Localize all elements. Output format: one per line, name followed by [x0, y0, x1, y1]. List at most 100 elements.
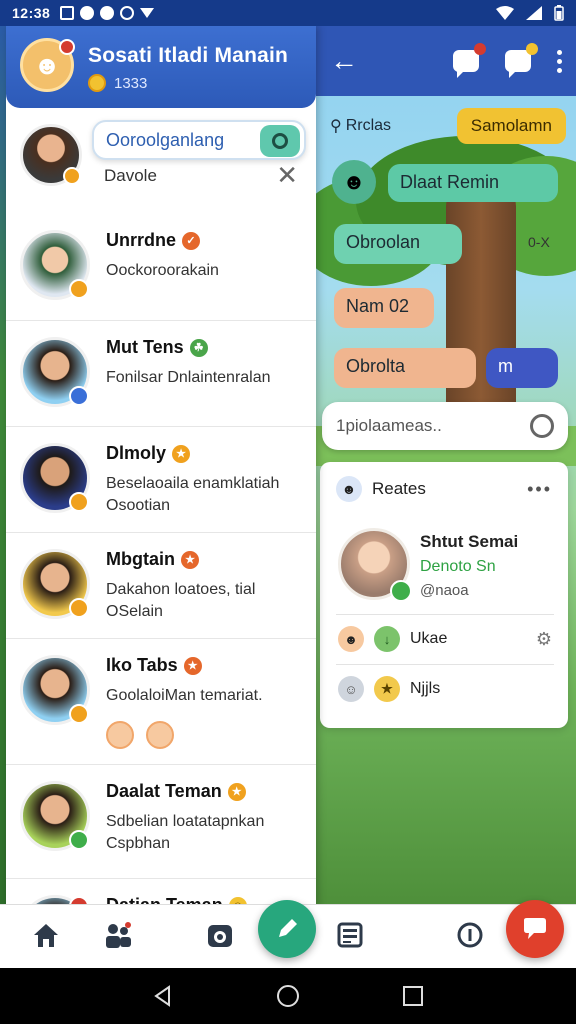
profile-card: ☻ Reates ••• Shtut Semai Denoto Sn @naoa…	[320, 462, 568, 728]
profile-name: Shtut Semai	[420, 532, 519, 551]
contact-name: Dlmoly	[106, 443, 167, 463]
profile-status: Denoto Sn	[420, 558, 496, 575]
message-search-text: 1piolaameas..	[336, 416, 442, 435]
app-header: ☻ Sosati Itladi Manain 1333	[6, 26, 316, 108]
new-chat-button[interactable]	[506, 900, 564, 958]
compose-button[interactable]	[258, 900, 316, 958]
contact-name: Daalat Teman	[106, 781, 222, 801]
contact-list: Unrrdne ✓ Oockoroorakain Mut Tens ☘ Fonils…	[6, 214, 316, 968]
battery-icon	[554, 5, 564, 21]
contact-name: Mut Tens	[106, 337, 184, 357]
contact-avatar	[20, 230, 90, 300]
chat-message-3[interactable]: Nam 02	[334, 288, 434, 328]
back-triangle-icon[interactable]	[151, 984, 175, 1008]
fire-badge-icon: ★	[181, 550, 199, 569]
fire-badge-icon: ★	[183, 656, 202, 675]
contact-item[interactable]: Dlmoly ★ Beselaoaila enamklatiah Osootian	[6, 426, 316, 532]
download-icon	[140, 8, 155, 18]
card-title: Reates	[372, 479, 426, 498]
pencil-icon	[279, 919, 297, 937]
message-search-field[interactable]: 1piolaameas..	[322, 402, 568, 450]
chat-message-1[interactable]: Dlaat Remin	[388, 164, 558, 202]
friends-icon[interactable]	[102, 919, 134, 951]
reaction-face-icon[interactable]	[106, 721, 134, 749]
wifi-icon	[496, 6, 514, 20]
circle-icon	[80, 6, 95, 20]
chat-tags: ⚲ Rrclas Samolamn	[330, 106, 566, 146]
coin-icon	[88, 74, 106, 92]
leaf-icon: ☘	[189, 338, 208, 357]
contact-item[interactable]: Iko Tabs ★ GoolaloiMan temariat.	[6, 638, 316, 764]
message-avatar[interactable]: ☻	[332, 160, 376, 204]
home-circle-icon[interactable]	[276, 984, 300, 1008]
profile-handle: @naoa	[420, 582, 469, 599]
contact-item[interactable]: Unrrdne ✓ Oockoroorakain	[6, 214, 316, 320]
avatar-small-icon: ☻	[338, 626, 364, 652]
chat-header: ←	[316, 26, 576, 96]
contact-name: Mbgtain	[106, 549, 175, 569]
contact-avatar	[20, 549, 90, 619]
contact-last-message: GoolaloiMan temariat.	[106, 687, 263, 704]
chat-bubble-icon	[524, 918, 546, 939]
contact-name: Unrrdne	[106, 230, 177, 250]
contact-avatar	[20, 337, 90, 407]
contact-name: Iko Tabs	[106, 655, 178, 675]
contacts-panel: ☻ Sosati Itladi Manain 1333 Ooroolganlan…	[6, 26, 316, 968]
notification-icon	[60, 6, 75, 20]
chat-message-2[interactable]: Obroolan	[334, 224, 462, 264]
contact-item[interactable]: Mbgtain ★ Dakahon loatoes, tial OSelain	[6, 532, 316, 638]
face-icon: ☺	[338, 676, 364, 702]
reaction-smile-icon[interactable]	[146, 721, 174, 749]
card-row-2[interactable]: ☺ ★ Njjls	[338, 672, 552, 706]
chat-message-5[interactable]: m	[486, 348, 558, 388]
more-menu-icon[interactable]	[557, 49, 562, 73]
search-avatar[interactable]	[20, 124, 82, 186]
contact-last-message: Dakahon loatoes, tial OSelain	[106, 581, 256, 620]
clock: 12:38	[12, 5, 51, 21]
coin-value: 1333	[114, 74, 148, 92]
contact-last-message: Oockoroorakain	[106, 262, 219, 279]
card-more-icon[interactable]: •••	[527, 479, 552, 500]
verified-badge-icon: ✓	[182, 231, 201, 250]
info-icon[interactable]	[454, 919, 486, 951]
home-icon[interactable]	[30, 919, 62, 951]
star-badge-icon: ★	[172, 444, 191, 463]
reaction-row	[106, 721, 174, 749]
recents-square-icon[interactable]	[401, 984, 425, 1008]
online-badge	[390, 580, 412, 602]
card-row-1-label: Ukae	[410, 630, 448, 647]
group-chat-icon[interactable]	[505, 43, 538, 78]
contact-last-message: Beselaoaila enamklatiah Osootian	[106, 475, 280, 514]
fire-badge-icon: ★	[227, 782, 246, 801]
gear-icon[interactable]: ⚙	[536, 629, 552, 650]
news-icon[interactable]	[334, 919, 366, 951]
search-section: Ooroolganlang Davole ✕	[6, 116, 316, 216]
chat-bubble-icon[interactable]	[453, 43, 486, 78]
user-avatar[interactable]: ☻	[20, 38, 75, 92]
card-row-2-label: Njjls	[410, 680, 441, 697]
shield-icon[interactable]	[530, 414, 554, 438]
back-arrow-icon[interactable]: ←	[330, 47, 358, 75]
system-navigation	[0, 968, 576, 1024]
contact-avatar	[20, 781, 90, 851]
contact-last-message: Sdbelian loatatapnkan Cspbhan	[106, 813, 265, 852]
camera-icon[interactable]	[204, 919, 236, 951]
search-input-text: Ooroolganlang	[106, 129, 225, 150]
side-mark: 0-X	[528, 234, 550, 250]
signal-icon	[526, 6, 542, 20]
close-icon[interactable]: ✕	[276, 160, 298, 191]
contact-item[interactable]: Daalat Teman ★ Sdbelian loatatapnkan Cspb…	[6, 764, 316, 878]
search-icon[interactable]	[260, 125, 300, 157]
chat-message-4[interactable]: Obrolta	[334, 348, 476, 388]
settings-icon	[120, 6, 135, 20]
contact-last-message: Fonilsar Dnlaintenralan	[106, 369, 271, 386]
contact-search-input[interactable]: Ooroolganlang	[92, 120, 306, 160]
status-bar: 12:38	[0, 0, 576, 26]
contact-item[interactable]: Mut Tens ☘ Fonilsar Dnlaintenralan	[6, 320, 316, 426]
app-title: Sosati Itladi Manain	[88, 44, 289, 67]
card-row-1[interactable]: ☻ ↓ Ukae ⚙	[338, 622, 552, 656]
tag-right-button[interactable]: Samolamn	[456, 108, 566, 144]
circle-icon-2	[100, 6, 115, 20]
tag-left[interactable]: ⚲ Rrclas	[330, 116, 391, 136]
coin-counter: 1333	[88, 74, 147, 92]
